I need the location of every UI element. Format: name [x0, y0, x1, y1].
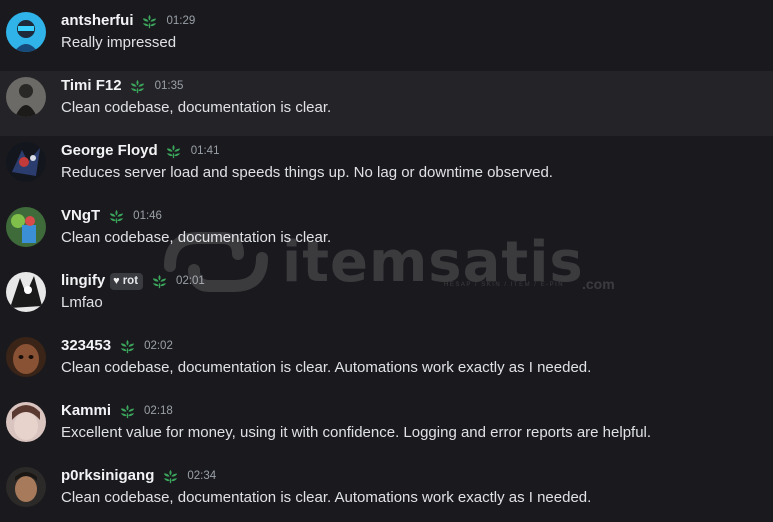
message-text: Clean codebase, documentation is clear. — [61, 99, 332, 116]
leaf-badge-icon[interactable] — [128, 76, 148, 96]
message-header: Kammi 02:18 — [61, 400, 173, 422]
role-label: rot — [122, 275, 139, 287]
message-item[interactable]: antsherfui 01:29 Really impressed — [0, 0, 773, 65]
leaf-badge-icon[interactable] — [106, 206, 126, 226]
avatar[interactable] — [6, 337, 46, 377]
message-text: Reduces server load and speeds things up… — [61, 164, 553, 181]
author-name[interactable]: George Floyd — [61, 141, 158, 161]
leaf-badge-icon[interactable] — [140, 11, 160, 31]
timestamp: 01:46 — [133, 210, 162, 222]
author-name[interactable]: lingify — [61, 271, 105, 291]
timestamp: 02:18 — [144, 405, 173, 417]
author-name[interactable]: Kammi — [61, 401, 111, 421]
message-item[interactable]: VNgT 01:46 Clean codebase, documentation… — [0, 195, 773, 260]
avatar[interactable] — [6, 77, 46, 117]
timestamp: 01:35 — [154, 80, 184, 92]
message-header: lingify ♥ rot 02:01 — [61, 270, 205, 292]
avatar[interactable] — [6, 402, 46, 442]
message-header: Timi F12 01:35 — [61, 75, 183, 97]
avatar[interactable] — [6, 142, 46, 182]
message-text: Really impressed — [61, 34, 177, 51]
leaf-badge-icon[interactable] — [117, 336, 137, 356]
avatar[interactable] — [6, 12, 46, 52]
role-tag[interactable]: ♥ rot — [110, 272, 144, 290]
message-text: Clean codebase, documentation is clear. … — [61, 489, 592, 506]
message-header: antsherfui 01:29 — [61, 10, 195, 32]
heart-icon: ♥ — [113, 275, 120, 287]
author-name[interactable]: antsherfui — [61, 11, 134, 31]
message-text: Excellent value for money, using it with… — [61, 424, 652, 441]
message-text: Clean codebase, documentation is clear. … — [61, 359, 592, 376]
author-name[interactable]: p0rksinigang — [61, 466, 154, 486]
message-item[interactable]: lingify ♥ rot 02:01 Lmfao — [0, 260, 773, 325]
avatar[interactable] — [6, 207, 46, 247]
author-name[interactable]: VNgT — [61, 206, 100, 226]
leaf-badge-icon[interactable] — [160, 466, 180, 486]
avatar[interactable] — [6, 467, 46, 507]
message-item[interactable]: Kammi 02:18 Excellent value for money, u… — [0, 390, 773, 455]
message-header: p0rksinigang 02:34 — [61, 465, 216, 487]
message-item[interactable]: 323453 02:02 Clean codebase, documentati… — [0, 325, 773, 390]
message-item[interactable]: p0rksinigang 02:34 Clean codebase, docum… — [0, 455, 773, 520]
timestamp: 02:34 — [187, 470, 217, 482]
leaf-badge-icon[interactable] — [164, 141, 184, 161]
message-feed: antsherfui 01:29 Really impressed Timi F… — [0, 0, 773, 522]
message-item[interactable]: Timi F12 01:35 Clean codebase, documenta… — [0, 71, 773, 136]
timestamp: 01:29 — [166, 15, 196, 27]
message-item[interactable]: George Floyd 01:41 Reduces server load a… — [0, 130, 773, 195]
leaf-badge-icon[interactable] — [149, 271, 169, 291]
author-name[interactable]: 323453 — [61, 336, 111, 356]
timestamp: 02:01 — [176, 275, 205, 287]
avatar[interactable] — [6, 272, 46, 312]
timestamp: 01:41 — [190, 145, 220, 157]
message-text: Clean codebase, documentation is clear. — [61, 229, 332, 246]
message-header: 323453 02:02 — [61, 335, 173, 357]
message-text: Lmfao — [61, 294, 103, 311]
timestamp: 02:02 — [144, 340, 173, 352]
author-name[interactable]: Timi F12 — [61, 76, 122, 96]
message-header: George Floyd 01:41 — [61, 140, 219, 162]
leaf-badge-icon[interactable] — [117, 401, 137, 421]
message-header: VNgT 01:46 — [61, 205, 162, 227]
